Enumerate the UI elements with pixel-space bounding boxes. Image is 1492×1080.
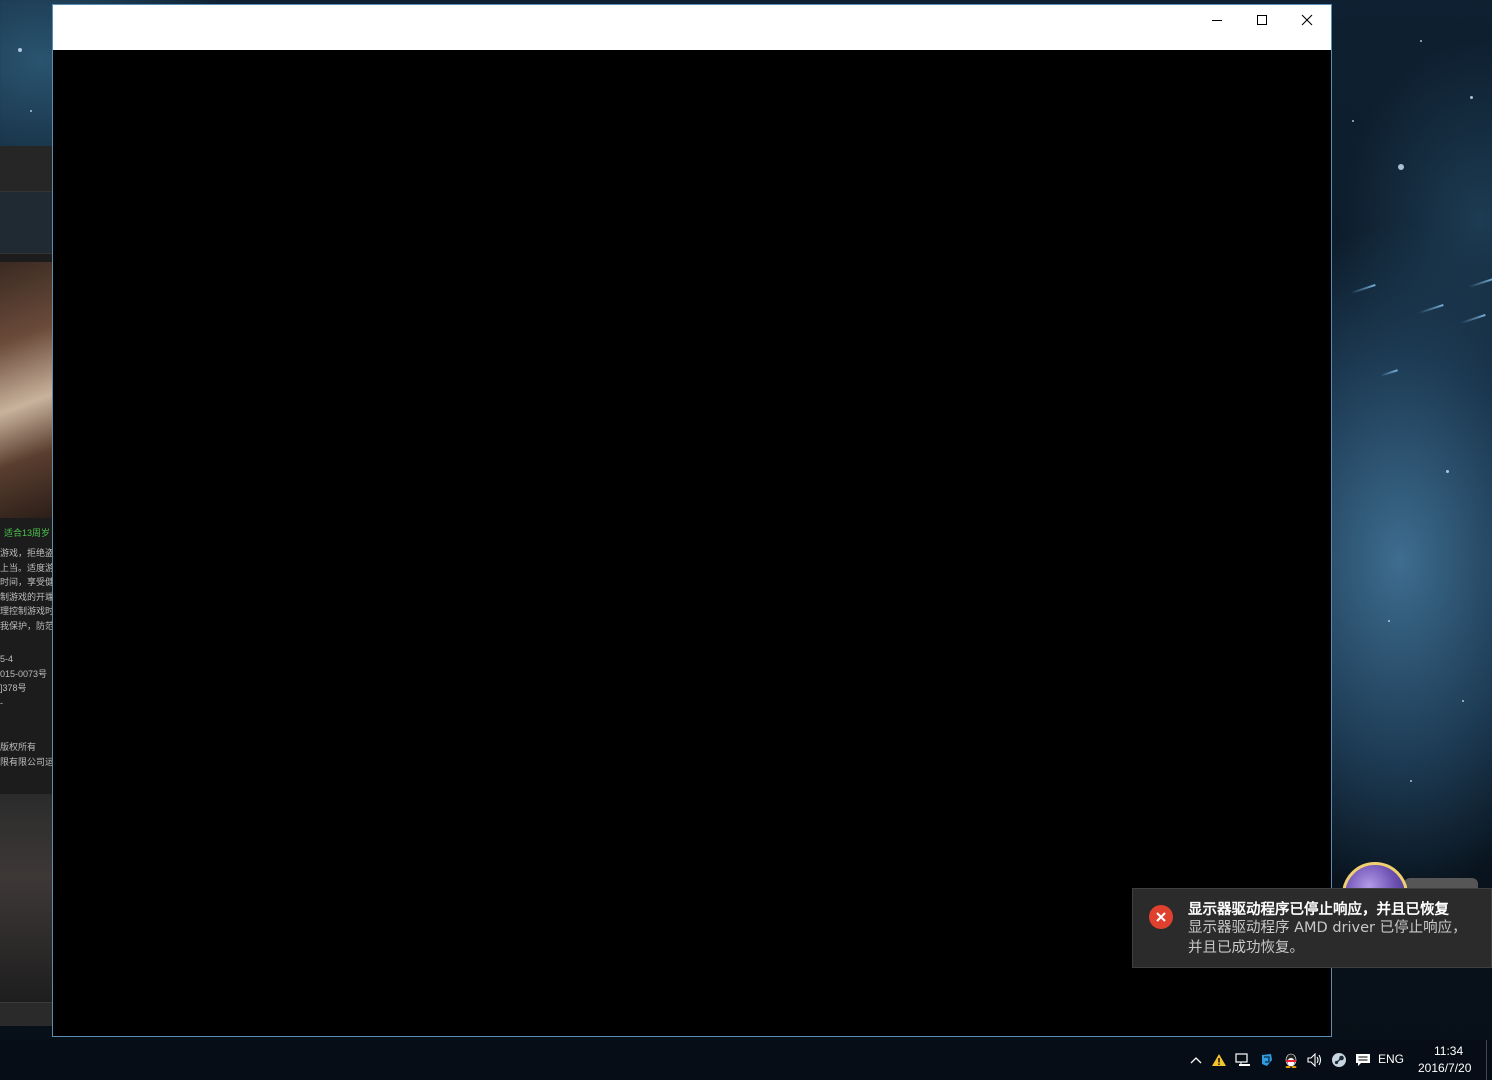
tray-steam[interactable] <box>1328 1040 1350 1080</box>
window-titlebar[interactable] <box>53 5 1331 50</box>
cloud-app-icon <box>1262 1054 1272 1066</box>
toast-title: 显示器驱动程序已停止响应，并且已恢复 <box>1188 902 1449 918</box>
license-line: - <box>0 697 3 708</box>
background-app-footer <box>0 1002 54 1026</box>
tray-qq[interactable] <box>1280 1040 1302 1080</box>
volume-icon <box>1307 1053 1322 1067</box>
background-app-header <box>0 146 54 192</box>
steam-icon <box>1332 1053 1346 1067</box>
tray-volume[interactable] <box>1304 1040 1326 1080</box>
notice-line: 上当。适度游 <box>0 562 54 573</box>
action-center-icon <box>1356 1054 1370 1066</box>
blank-app-window <box>52 4 1332 1037</box>
maximize-button[interactable] <box>1239 5 1284 35</box>
age-rating-label: 适合13周岁 <box>4 528 51 538</box>
notice-line: 游戏，拒绝盗 <box>0 548 54 558</box>
copyright-info: 版权所有 限有限公司运 <box>0 740 54 769</box>
close-button[interactable] <box>1284 5 1329 35</box>
close-icon <box>1301 14 1312 26</box>
license-line: 015-0073号 <box>0 668 48 679</box>
notice-line: 制游戏的开端 <box>0 591 54 602</box>
tray-cloud-app[interactable] <box>1256 1040 1278 1080</box>
maximize-icon <box>1256 15 1267 25</box>
background-app-nav <box>0 192 54 254</box>
notice-line: 时间，享受健 <box>0 577 54 588</box>
qq-penguin-icon <box>1285 1053 1297 1068</box>
minimize-icon <box>1211 20 1222 21</box>
warning-icon <box>1212 1054 1226 1066</box>
show-desktop-button[interactable] <box>1486 1040 1492 1080</box>
driver-recovered-toast[interactable]: 显示器驱动程序已停止响应，并且已恢复 显示器驱动程序 AMD driver 已停… <box>1132 888 1492 968</box>
error-x-icon <box>1149 905 1173 929</box>
copyright-line: 版权所有 <box>0 742 37 752</box>
tray-action-center[interactable] <box>1352 1040 1374 1080</box>
tray-warning[interactable] <box>1208 1040 1230 1080</box>
notice-line: 理控制游戏时 <box>0 606 54 617</box>
toast-body: 显示器驱动程序 AMD driver 已停止响应，并且已成功恢复。 <box>1188 920 1467 956</box>
network-icon <box>1235 1053 1250 1066</box>
chevron-up-icon <box>1190 1057 1202 1064</box>
show-hidden-icons-button[interactable] <box>1185 1040 1207 1080</box>
license-line: ]378号 <box>0 683 27 694</box>
license-line: 5-4 <box>0 654 14 664</box>
license-info: 5-4 015-0073号 ]378号 - <box>0 652 47 710</box>
clock-time[interactable]: 11:34 <box>1434 1044 1463 1058</box>
notice-line: 我保护，防范 <box>0 620 54 631</box>
input-language-indicator[interactable]: ENG <box>1378 1052 1404 1066</box>
background-app-window: 适合13周岁 游戏，拒绝盗 上当。适度游 时间，享受健 制游戏的开端 理控制游戏… <box>0 146 54 1026</box>
tray-network[interactable] <box>1232 1040 1254 1080</box>
minimize-button[interactable] <box>1194 5 1239 35</box>
copyright-line: 限有限公司运 <box>0 756 54 767</box>
taskbar: ENG 11:34 2016/7/20 <box>0 1040 1492 1080</box>
clock-date[interactable]: 2016/7/20 <box>1418 1061 1471 1075</box>
background-app-banner <box>0 794 54 1002</box>
background-app-game-art <box>0 262 54 518</box>
health-notice: 游戏，拒绝盗 上当。适度游 时间，享受健 制游戏的开端 理控制游戏时 我保护，防… <box>0 546 54 634</box>
